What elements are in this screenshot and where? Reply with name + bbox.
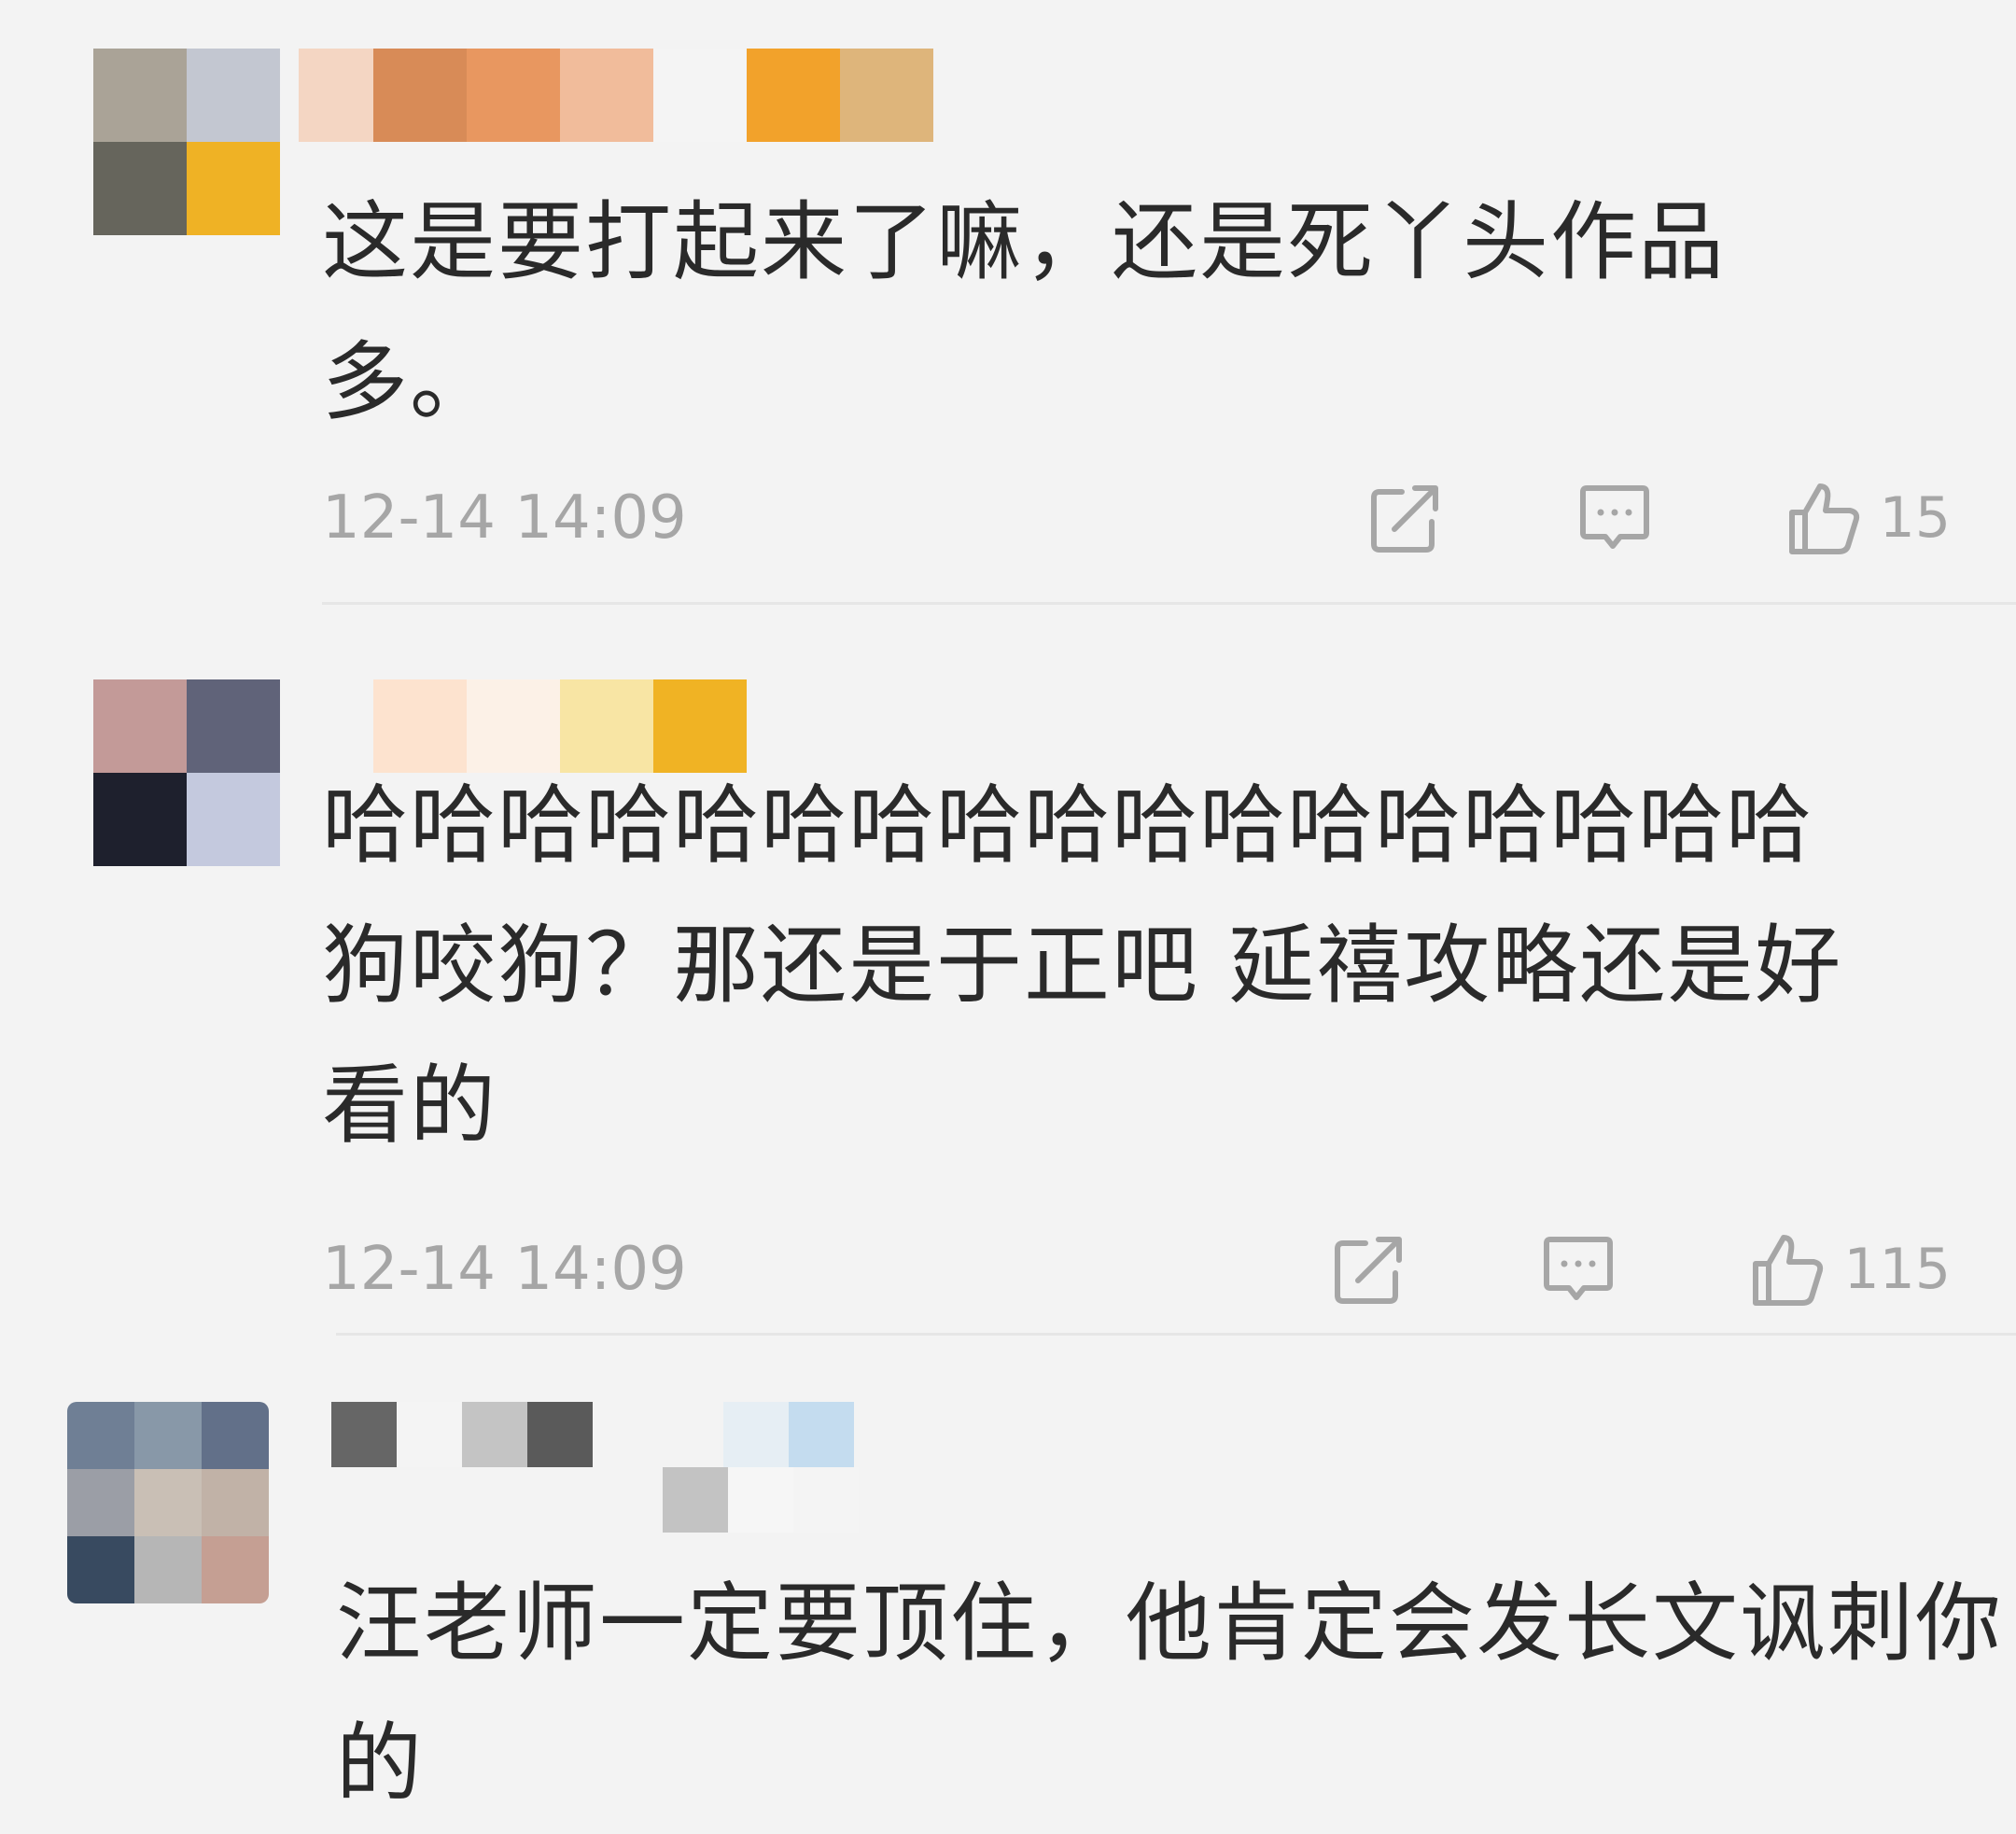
comment-actions: 15 xyxy=(1236,476,1951,560)
share-button[interactable] xyxy=(1366,479,1445,557)
like-button[interactable]: 15 xyxy=(1785,479,1951,557)
timestamp: 12-14 14:09 xyxy=(322,483,687,553)
comment-text: 这是要打起来了嘛，还是死丫头作品多。 xyxy=(322,192,1727,432)
divider xyxy=(322,602,2016,605)
avatar[interactable] xyxy=(93,49,280,235)
like-button[interactable]: 115 xyxy=(1748,1230,1951,1309)
like-count: 15 xyxy=(1879,485,1951,551)
reply-button[interactable] xyxy=(1539,1230,1617,1309)
comment-text: 汪老师一定要顶住，他肯定会发长文讽刺你的 xyxy=(336,1574,2004,1813)
username-blurred[interactable] xyxy=(331,1402,854,1467)
comment-actions: 115 xyxy=(1199,1227,1951,1311)
reply-button[interactable] xyxy=(1575,479,1654,557)
comment-text: 哈哈哈哈哈哈哈哈哈哈哈哈哈哈哈哈哈狗咬狗？那还是于正吧 延禧攻略还是好看的 xyxy=(322,776,1843,1155)
share-icon xyxy=(1335,1237,1403,1304)
thumbs-up-icon xyxy=(1753,1235,1824,1306)
comment-item: 这是要打起来了嘛，还是死丫头作品多。 12-14 14:09 15 xyxy=(0,0,2016,607)
user-badge-blurred xyxy=(663,1467,859,1533)
thumbs-up-icon xyxy=(1788,483,1859,554)
share-icon xyxy=(1370,485,1438,553)
like-count: 115 xyxy=(1843,1237,1951,1302)
avatar[interactable] xyxy=(93,679,280,866)
username-blurred[interactable] xyxy=(299,49,933,142)
comment-item: 汪老师一定要顶住，他肯定会发长文讽刺你的 xyxy=(0,1335,2016,1813)
timestamp: 12-14 14:09 xyxy=(322,1235,687,1304)
comment-icon xyxy=(1544,1237,1614,1300)
avatar[interactable] xyxy=(67,1402,269,1603)
share-button[interactable] xyxy=(1330,1230,1408,1309)
comment-icon xyxy=(1579,485,1649,549)
comment-item: 哈哈哈哈哈哈哈哈哈哈哈哈哈哈哈哈哈狗咬狗？那还是于正吧 延禧攻略还是好看的 12… xyxy=(0,607,2016,1336)
